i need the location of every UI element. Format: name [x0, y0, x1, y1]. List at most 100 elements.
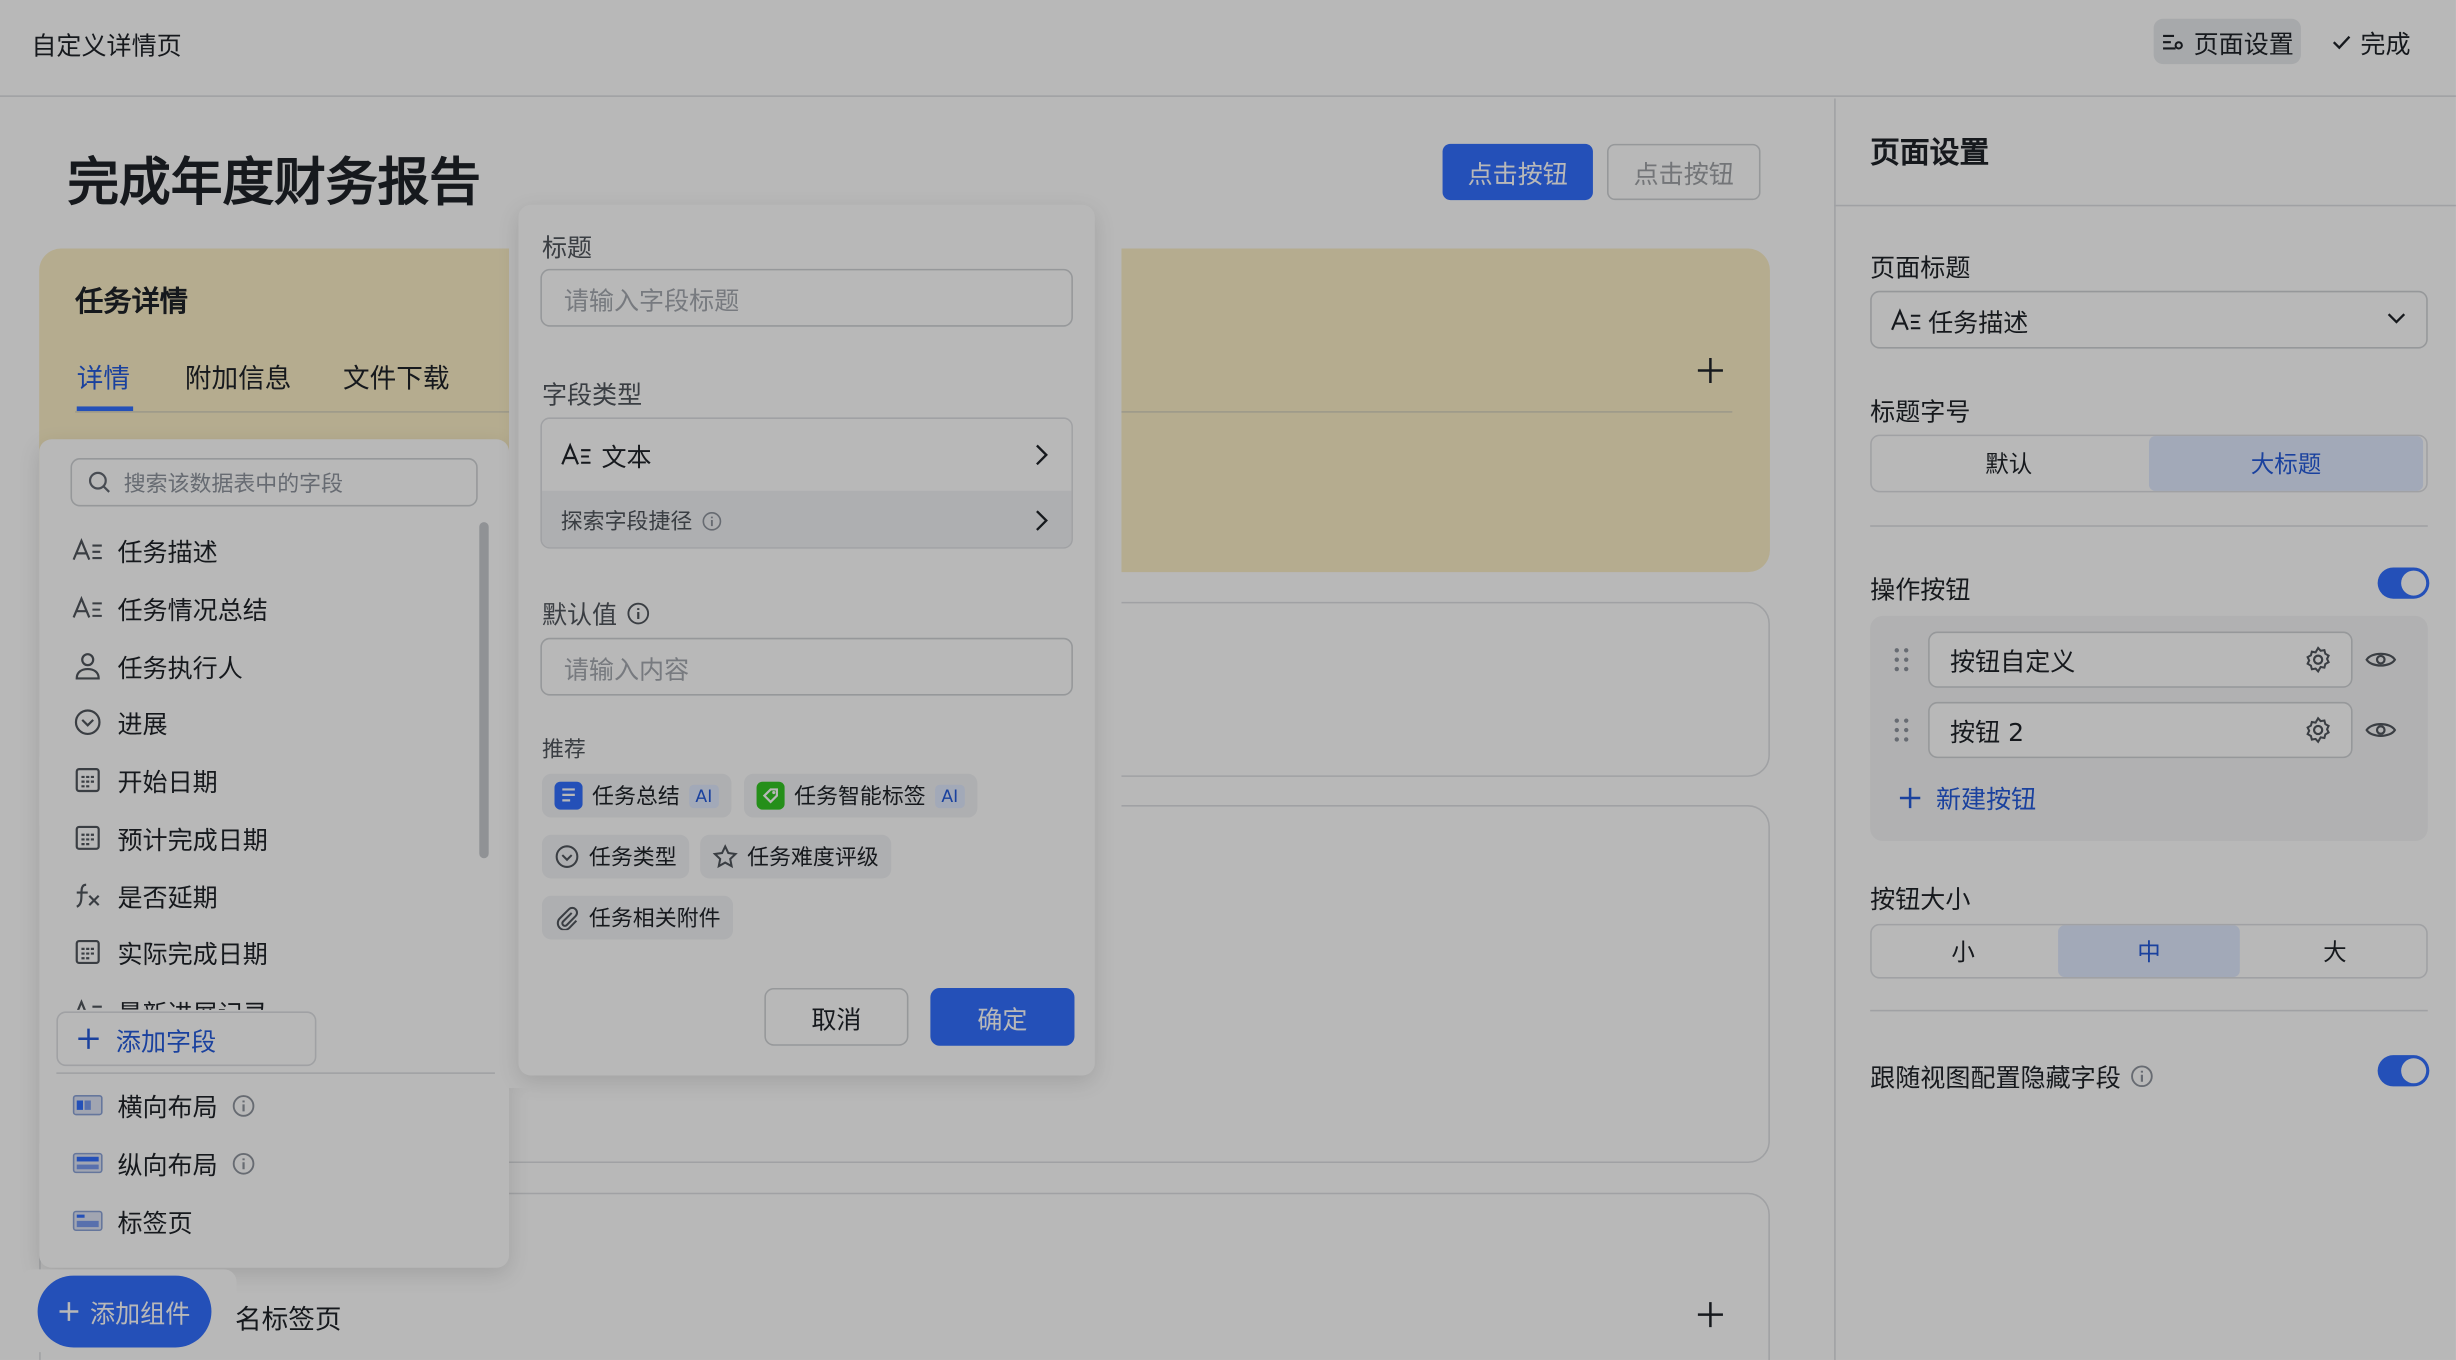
field-item[interactable]: 最新进展记录: [72, 991, 268, 1010]
button-size-small[interactable]: 小: [1872, 925, 2055, 977]
page-title-label: 页面标题: [1870, 253, 1971, 283]
ai-badge: AI: [935, 783, 965, 808]
title-label: 标题: [541, 232, 593, 263]
layout-label: 标签页: [117, 1208, 193, 1239]
preview-secondary-button[interactable]: 点击按钮: [1607, 143, 1761, 201]
default-value-label: 默认值: [541, 600, 618, 630]
follow-view-row: 跟随视图配置隐藏字段: [1870, 1057, 2154, 1095]
button-size-label: 按钮大小: [1870, 884, 1971, 915]
drag-handle-icon[interactable]: [1894, 718, 1910, 743]
add-tab-plus-icon[interactable]: [1696, 356, 1724, 384]
action-button-name: 按钮自定义: [1950, 647, 2076, 677]
layout-label: 横向布局: [117, 1092, 218, 1123]
page-settings-label: 页面设置: [2193, 28, 2294, 59]
drag-handle-icon[interactable]: [1894, 647, 1910, 672]
action-button-name: 按钮 2: [1950, 717, 2025, 748]
title-size-large[interactable]: 大标题: [2148, 436, 2424, 491]
field-list-scrollbar[interactable]: [479, 522, 489, 859]
field-item[interactable]: 任务情况总结: [72, 588, 268, 629]
eye-icon[interactable]: [2365, 647, 2397, 672]
title-size-default[interactable]: 默认: [1872, 436, 2146, 491]
add-component-button[interactable]: 添加组件: [37, 1275, 212, 1348]
eye-icon[interactable]: [2365, 718, 2397, 743]
new-button[interactable]: 新建按钮: [1898, 778, 2036, 816]
button-size-segmented: 小 中 大: [1870, 923, 2428, 979]
field-title-placeholder: 请输入字段标题: [563, 285, 740, 315]
recommend-label: 推荐: [541, 737, 586, 763]
plus-icon: [1899, 787, 1921, 808]
field-title-input[interactable]: 请输入字段标题: [540, 268, 1073, 327]
field-type-box: 文本 探索字段捷径: [540, 417, 1073, 549]
field-item[interactable]: 任务描述: [72, 530, 218, 571]
page-settings-button[interactable]: 页面设置: [2153, 18, 2301, 65]
chevron-right-icon: [1036, 444, 1048, 466]
field-item-label: 任务情况总结: [117, 595, 268, 626]
info-icon[interactable]: [702, 510, 722, 530]
done-label: 完成: [2360, 28, 2411, 59]
field-item[interactable]: 进展: [72, 702, 168, 743]
star-icon: [712, 844, 738, 869]
calendar-icon: [75, 939, 100, 965]
field-item-label: 任务描述: [117, 537, 218, 568]
follow-view-toggle[interactable]: [2377, 1055, 2430, 1087]
recommend-chip[interactable]: 任务智能标签 AI: [743, 773, 978, 818]
tab-details[interactable]: 详情: [77, 356, 130, 395]
action-button-row[interactable]: 按钮 2: [1928, 701, 2353, 759]
title-size-segmented: 默认 大标题: [1870, 434, 2428, 493]
explore-shortcut-row[interactable]: 探索字段捷径: [541, 490, 1072, 548]
field-item[interactable]: 是否延期: [72, 875, 218, 916]
field-type-label: 字段类型: [541, 379, 643, 410]
recommend-chip-label: 任务智能标签: [794, 784, 926, 810]
field-type-selector[interactable]: 文本: [541, 418, 1072, 491]
button-size-medium[interactable]: 中: [2057, 925, 2241, 977]
done-button[interactable]: 完成: [2331, 19, 2431, 64]
recommend-chip[interactable]: 任务相关附件: [541, 895, 734, 940]
text-icon: [561, 442, 591, 465]
confirm-button[interactable]: 确定: [930, 987, 1075, 1046]
recommend-chip[interactable]: 任务总结 AI: [541, 773, 732, 818]
page-title: 自定义详情页: [31, 31, 182, 61]
default-value-placeholder: 请输入内容: [563, 654, 690, 684]
cancel-button[interactable]: 取消: [764, 987, 909, 1046]
gear-icon[interactable]: [2304, 716, 2332, 744]
info-icon[interactable]: [2130, 1064, 2153, 1087]
add-component-label: 添加组件: [90, 1299, 191, 1329]
recommend-chip[interactable]: 任务类型: [541, 834, 690, 879]
layout-item-horizontal[interactable]: 横向布局: [72, 1085, 255, 1126]
add-field-button[interactable]: 添加字段: [56, 1011, 317, 1067]
info-icon[interactable]: [232, 1093, 255, 1116]
info-icon[interactable]: [232, 1151, 255, 1174]
preview-primary-button[interactable]: 点击按钮: [1442, 143, 1593, 201]
default-value-input[interactable]: 请输入内容: [540, 637, 1073, 696]
recommend-chip-label: 任务总结: [592, 784, 680, 810]
field-item[interactable]: 开始日期: [72, 760, 218, 801]
recommend-chip-label: 任务相关附件: [588, 906, 721, 932]
action-button-row[interactable]: 按钮自定义: [1928, 631, 2353, 688]
tab-file-download[interactable]: 文件下载: [343, 356, 450, 395]
recommend-chip-label: 任务类型: [588, 845, 677, 871]
layout-item-tabs[interactable]: 标签页: [72, 1201, 193, 1242]
action-buttons-toggle[interactable]: [2377, 567, 2430, 599]
field-item[interactable]: 实际完成日期: [72, 932, 268, 973]
field-item-label: 实际完成日期: [117, 939, 268, 970]
action-buttons-label: 操作按钮: [1870, 575, 1971, 605]
page-title-select[interactable]: 任务描述: [1870, 290, 2428, 349]
add-plus-icon[interactable]: [1696, 1301, 1724, 1329]
layout-label: 纵向布局: [117, 1150, 218, 1181]
check-icon: [2332, 35, 2351, 49]
divider: [1834, 204, 2456, 207]
gear-icon[interactable]: [2304, 646, 2332, 674]
recommend-chip[interactable]: 任务难度评级: [700, 834, 892, 879]
plus-icon: [60, 1302, 80, 1321]
recommend-chip-label: 任务难度评级: [747, 845, 879, 871]
horizontal-layout-icon: [72, 1095, 103, 1116]
field-search-input[interactable]: 搜索该数据表中的字段: [70, 458, 478, 507]
field-item[interactable]: 任务执行人: [72, 646, 243, 687]
field-item[interactable]: 预计完成日期: [72, 818, 268, 859]
layout-item-vertical[interactable]: 纵向布局: [72, 1143, 255, 1184]
tab-extra-info[interactable]: 附加信息: [185, 356, 292, 395]
follow-view-label: 跟随视图配置隐藏字段: [1870, 1062, 2121, 1093]
button-size-large[interactable]: 大: [2243, 925, 2426, 977]
info-icon[interactable]: [627, 601, 650, 624]
field-item-label: 进展: [117, 709, 168, 740]
